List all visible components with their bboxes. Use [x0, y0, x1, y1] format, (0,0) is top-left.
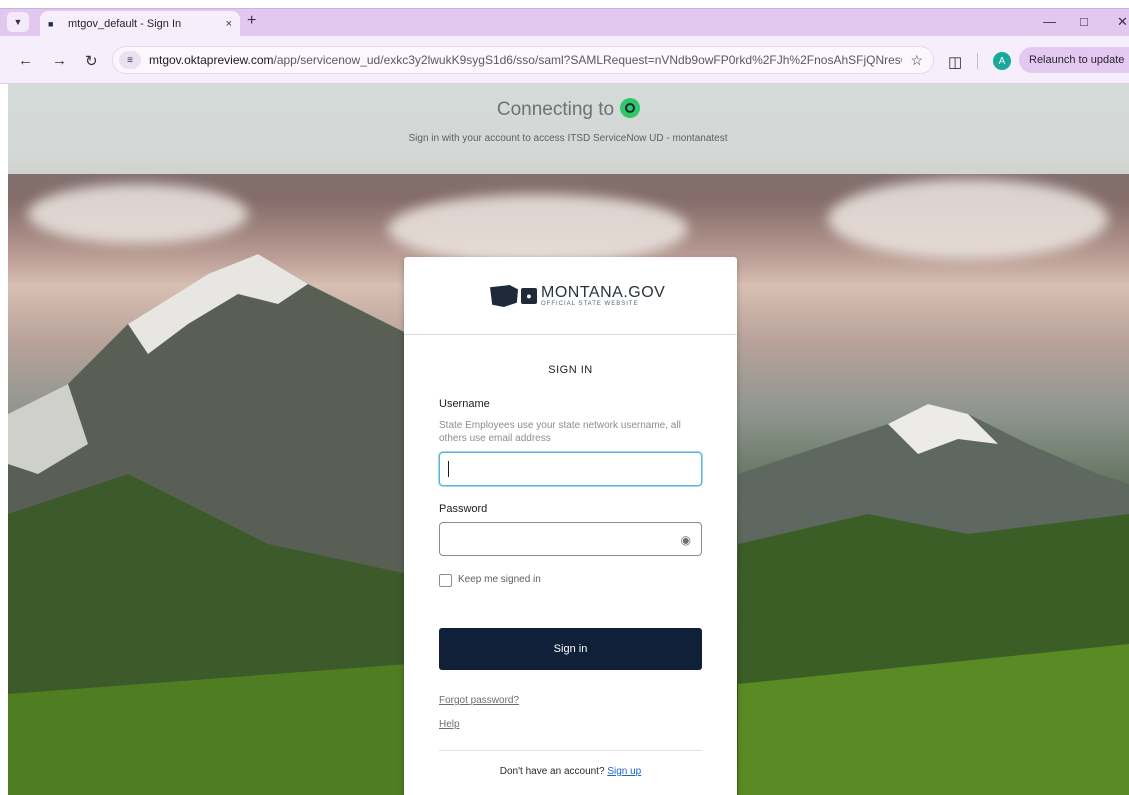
address-bar[interactable]: ≡ mtgov.oktapreview.com/app/servicenow_u…	[112, 46, 934, 74]
back-arrow-icon[interactable]: ←	[18, 52, 33, 69]
forgot-password-link[interactable]: Forgot password?	[439, 695, 519, 706]
logo-name: MONTANA.GOV	[541, 284, 666, 301]
logo-text: MONTANA.GOV OFFICIAL STATE WEBSITE	[541, 284, 666, 308]
montana-gov-logo: ● MONTANA.GOV OFFICIAL STATE WEBSITE	[490, 285, 665, 307]
url-text[interactable]: mtgov.oktapreview.com/app/servicenow_ud/…	[149, 53, 902, 67]
chevron-down-icon: ▼	[13, 17, 23, 27]
sign-in-button[interactable]: Sign in	[439, 628, 702, 670]
close-window-icon[interactable]: ✕	[1117, 14, 1128, 30]
site-info-icon[interactable]: ≡	[119, 51, 141, 69]
lock-icon: ●	[521, 288, 537, 304]
connecting-subtitle: Sign in with your account to access ITSD…	[408, 133, 728, 144]
browser-window: ▼ ■ mtgov_default - Sign In × + — □ ✕ ← …	[0, 0, 1129, 795]
puzzle-icon[interactable]: ◫	[948, 53, 962, 71]
username-label: Username	[439, 398, 490, 410]
forward-arrow-icon[interactable]: →	[52, 52, 67, 69]
keep-signed-in-checkbox[interactable]	[439, 574, 452, 587]
maximize-icon[interactable]: □	[1080, 14, 1088, 29]
logo-tagline: OFFICIAL STATE WEBSITE	[541, 301, 639, 307]
toolbar-divider	[977, 53, 978, 69]
mt-favicon-icon: ■	[48, 18, 54, 29]
close-tab-icon[interactable]: ×	[226, 18, 232, 30]
signin-card: ● MONTANA.GOV OFFICIAL STATE WEBSITE SIG…	[404, 257, 737, 795]
relaunch-label: Relaunch to update	[1029, 54, 1125, 66]
sign-up-link[interactable]: Sign up	[607, 766, 641, 777]
minimize-icon[interactable]: —	[1043, 14, 1056, 29]
signup-row: Don't have an account? Sign up	[404, 766, 737, 777]
tab-title: mtgov_default - Sign In	[68, 17, 182, 30]
username-input[interactable]	[439, 452, 702, 486]
reload-icon[interactable]: ↻	[85, 52, 98, 70]
browser-tab[interactable]: ■ mtgov_default - Sign In ×	[40, 11, 240, 36]
password-label: Password	[439, 503, 488, 515]
star-icon[interactable]: ☆	[910, 52, 923, 69]
connecting-text: Connecting to	[496, 99, 615, 120]
connecting-header: Connecting to Sign in with your account …	[8, 84, 1129, 174]
connecting-title: Connecting to	[8, 98, 1129, 121]
logo-header: ● MONTANA.GOV OFFICIAL STATE WEBSITE	[404, 257, 737, 335]
signin-heading: SIGN IN	[548, 364, 593, 376]
username-hint: State Employees use your state network u…	[439, 420, 681, 444]
password-input[interactable]: ◉	[439, 522, 702, 556]
profile-avatar[interactable]: A	[993, 52, 1011, 70]
new-tab-button[interactable]: +	[247, 13, 256, 29]
url-host: mtgov.oktapreview.com	[149, 53, 274, 67]
tab-search-button[interactable]: ▼	[7, 12, 29, 32]
montana-map-icon	[490, 285, 518, 307]
keep-signed-in-label[interactable]: Keep me signed in	[458, 574, 541, 585]
signup-prompt: Don't have an account?	[499, 766, 605, 777]
card-divider	[439, 750, 702, 751]
servicenow-logo-icon	[620, 98, 641, 118]
url-path: /app/servicenow_ud/exkc3y2lwukK9sygS1d6/…	[273, 53, 903, 67]
relaunch-button[interactable]: Relaunch to update ⋮	[1019, 47, 1129, 73]
show-password-icon[interactable]: ◉	[681, 533, 691, 547]
text-caret	[448, 461, 449, 477]
help-link[interactable]: Help	[439, 719, 460, 730]
